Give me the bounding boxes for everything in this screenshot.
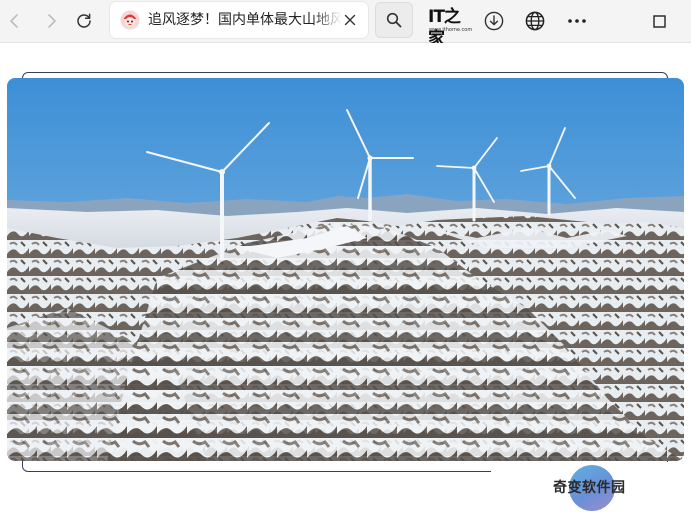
tab-title: 追风逐梦！国内单体最大山地风电场 [148, 12, 342, 28]
maximize-button[interactable] [644, 6, 674, 36]
refresh-button[interactable] [69, 6, 99, 36]
browser-tab[interactable]: 追风逐梦！国内单体最大山地风电场 [110, 2, 368, 38]
watermark-text: 奇变软件园 [553, 480, 626, 496]
download-button[interactable] [479, 6, 509, 36]
tab-close-button[interactable] [340, 10, 360, 30]
refresh-icon [77, 13, 91, 28]
search-icon [386, 12, 402, 28]
globe-icon [525, 11, 545, 31]
more-menu-button[interactable] [562, 6, 592, 36]
favicon-icon [120, 10, 140, 30]
article-image[interactable] [7, 78, 684, 461]
window-maximize-icon [652, 14, 666, 28]
browser-toolbar: 追风逐梦！国内单体最大山地风电场 IT之家 www.ithome.com [0, 0, 691, 49]
forward-arrow-icon [48, 14, 56, 28]
back-button[interactable] [0, 6, 30, 36]
back-arrow-icon [10, 14, 18, 28]
download-icon [484, 11, 504, 31]
page-content: 奇变软件园 [0, 43, 691, 513]
close-icon [344, 14, 356, 26]
forward-button[interactable] [36, 6, 66, 36]
more-icon [568, 19, 586, 23]
translate-button[interactable] [520, 6, 550, 36]
logo-subtext: www.ithome.com [429, 27, 473, 33]
search-button[interactable] [375, 2, 413, 38]
ithome-logo[interactable]: IT之家 www.ithome.com [428, 6, 473, 49]
